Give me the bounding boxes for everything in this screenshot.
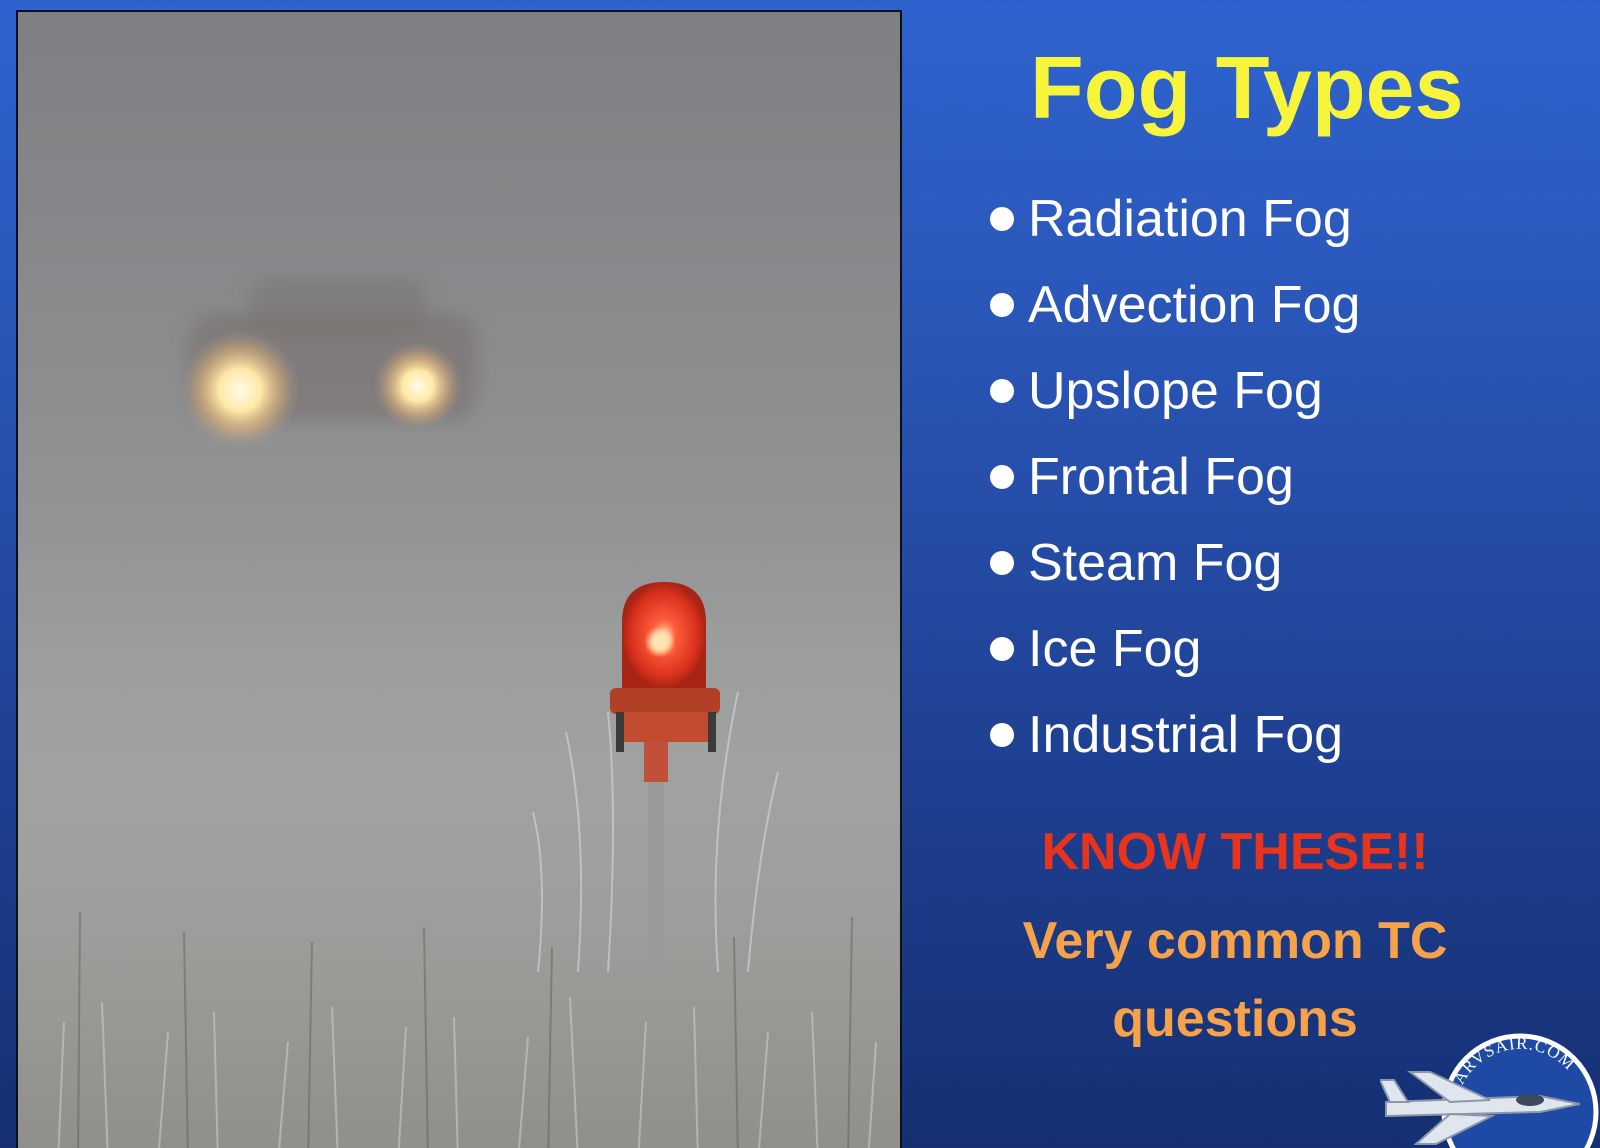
list-item: Industrial Fog: [990, 692, 1360, 778]
list-item: Radiation Fog: [990, 176, 1360, 262]
fog-type-label: Radiation Fog: [1028, 190, 1352, 248]
list-item: Ice Fog: [990, 606, 1360, 692]
slide-title: Fog Types: [1030, 38, 1464, 137]
fog-type-label: Ice Fog: [1028, 620, 1202, 678]
fog-type-label: Upslope Fog: [1028, 362, 1323, 420]
bullet-icon: [990, 379, 1014, 403]
fog-scene-illustration: [18, 277, 900, 1148]
grass-field: [18, 532, 900, 1148]
airplane-logo-icon: HARVSAIR.COM: [1378, 1033, 1599, 1148]
fog-type-label: Industrial Fog: [1028, 706, 1344, 764]
bullet-icon: [990, 465, 1014, 489]
bullet-icon: [990, 293, 1014, 317]
headlight-left: [180, 330, 300, 450]
fog-type-label: Frontal Fog: [1028, 448, 1294, 506]
fog-photo: [16, 10, 902, 1148]
list-item: Frontal Fog: [990, 434, 1360, 520]
fog-types-list: Radiation Fog Advection Fog Upslope Fog …: [990, 176, 1360, 778]
fog-type-label: Advection Fog: [1028, 276, 1361, 334]
headlight-right: [374, 342, 462, 430]
bullet-icon: [990, 723, 1014, 747]
list-item: Steam Fog: [990, 520, 1360, 606]
fog-type-label: Steam Fog: [1028, 534, 1283, 592]
bullet-icon: [990, 637, 1014, 661]
harvsair-logo: HARVSAIR.COM: [1378, 1032, 1600, 1148]
list-item: Advection Fog: [990, 262, 1360, 348]
emphasis-text: KNOW THESE!!: [1041, 823, 1429, 881]
bullet-icon: [990, 207, 1014, 231]
list-item: Upslope Fog: [990, 348, 1360, 434]
bullet-icon: [990, 551, 1014, 575]
